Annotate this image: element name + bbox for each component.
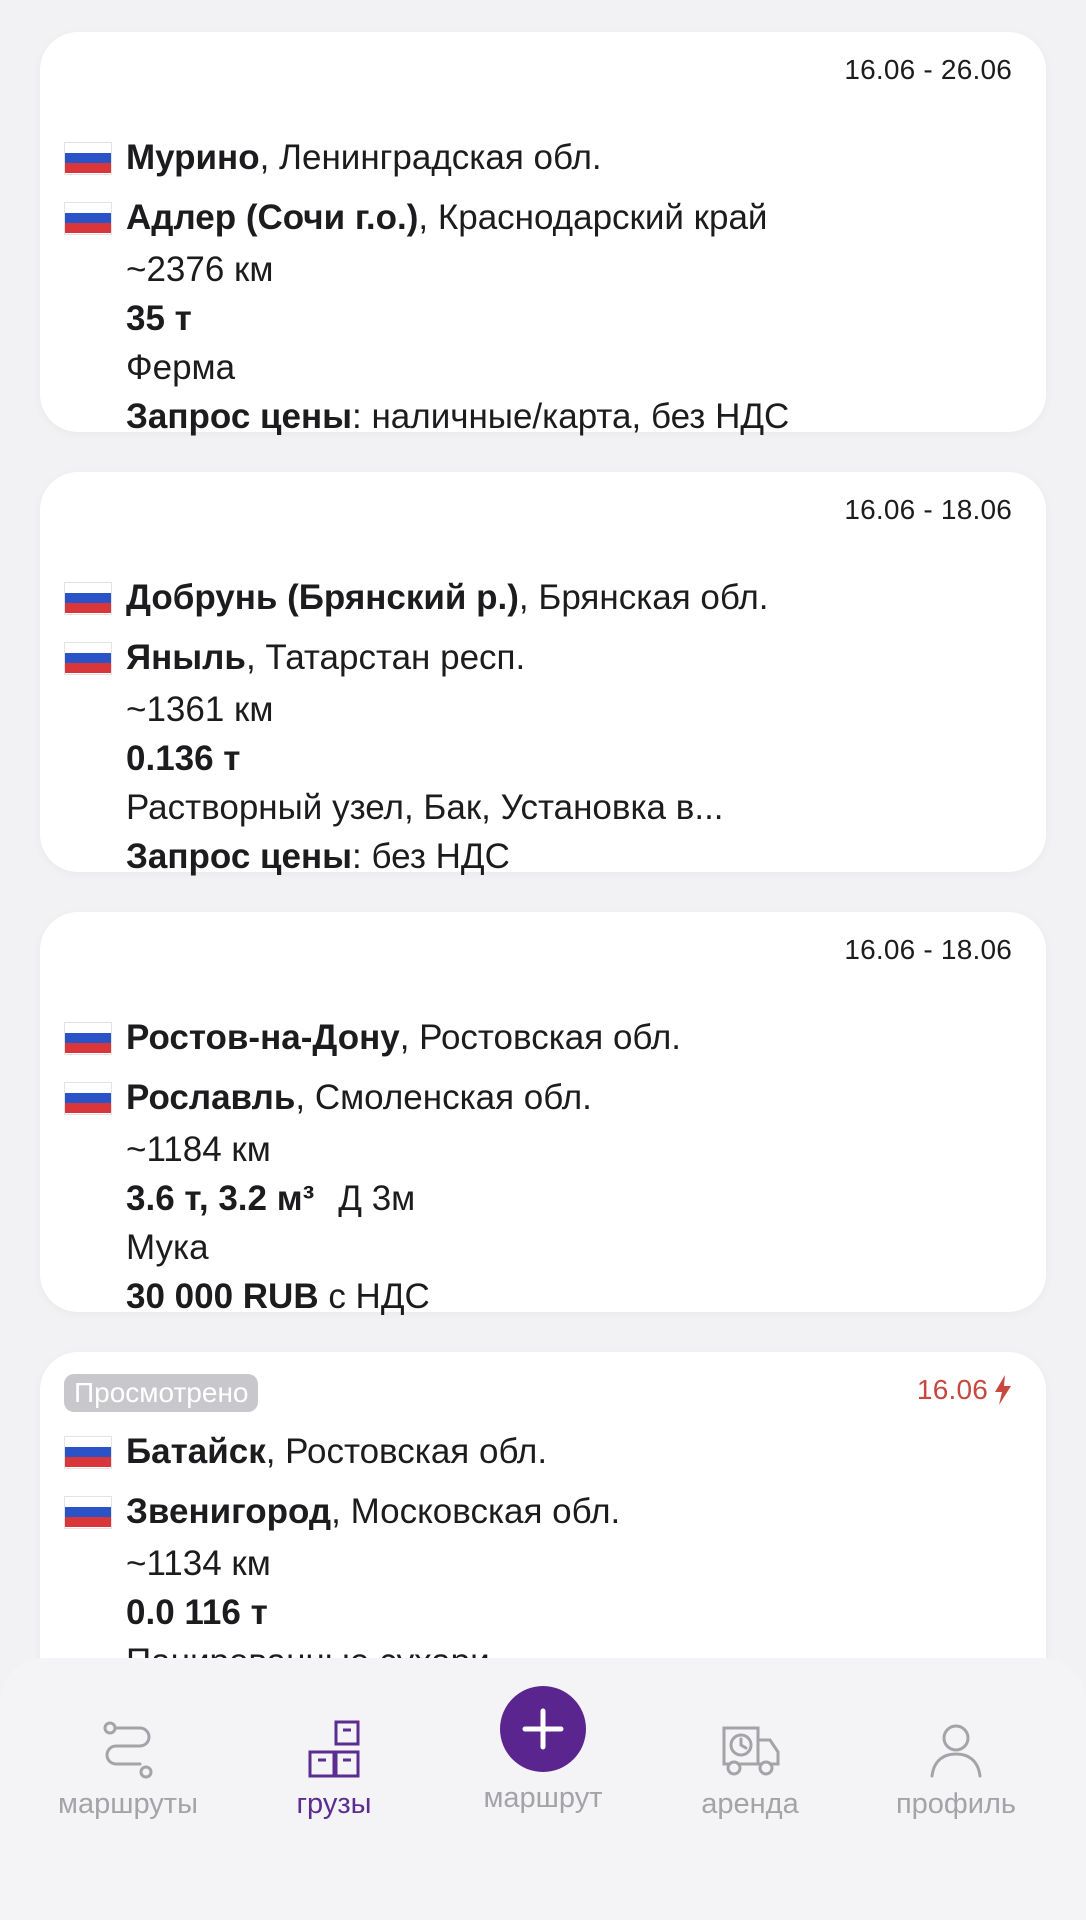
weight: 3.6 т, 3.2 м³ <box>126 1179 315 1218</box>
cargo-name: Растворный узел, Бак, Установка в... <box>126 788 724 827</box>
dimensions: Д 3м <box>338 1179 416 1218</box>
viewed-badge: Просмотрено <box>64 1374 259 1412</box>
date-range: 16.06 - 26.06 <box>844 54 1012 85</box>
origin-region: , Ростовская обл. <box>265 1432 548 1471</box>
cargo-card[interactable]: 16.06 - 18.06 Ростов-на-Дону, Ростовская… <box>40 912 1046 1316</box>
destination-row: Адлер (Сочи г.о.), Краснодарский край <box>64 196 767 240</box>
nav-cargo[interactable]: грузы <box>234 1718 434 1821</box>
origin-region: , Ленинградская обл. <box>259 138 602 177</box>
nav-profile[interactable]: профиль <box>856 1718 1056 1821</box>
destination-city: Звенигород <box>126 1492 332 1531</box>
cargo-name: Панированные сухари <box>126 1640 490 1660</box>
plus-icon <box>522 1708 564 1750</box>
destination-region: , Татарстан респ. <box>245 638 526 677</box>
cargo-card[interactable]: Просмотрено 16.06 Батайск, Ростовская об… <box>40 1352 1046 1660</box>
destination-region: , Смоленская обл. <box>295 1078 592 1117</box>
origin-row: Ростов-на-Дону, Ростовская обл. <box>64 1016 681 1060</box>
nav-rent[interactable]: аренда <box>650 1718 850 1821</box>
origin-region: , Ростовская обл. <box>399 1018 682 1057</box>
destination-city: Рославль <box>126 1078 296 1117</box>
price-label: Запрос цены <box>126 837 353 876</box>
origin-city: Добрунь (Брянский р.) <box>126 578 519 617</box>
origin-city: Батайск <box>126 1432 266 1471</box>
russia-flag-icon <box>64 581 112 615</box>
boxes-icon <box>308 1720 360 1778</box>
date-range: 16.06 - 18.06 <box>844 934 1012 965</box>
distance: ~2376 км <box>126 250 274 289</box>
weight: 0.136 т <box>126 739 241 778</box>
add-route-label[interactable]: маршрут <box>443 1782 643 1815</box>
origin-city: Ростов-на-Дону <box>126 1018 400 1057</box>
origin-region: , Брянская обл. <box>518 578 769 617</box>
cargo-card[interactable]: 16.06 - 26.06 Мурино, Ленинградская обл.… <box>40 32 1046 436</box>
lightning-icon <box>995 1375 1011 1405</box>
cargo-card[interactable]: 16.06 - 18.06 Добрунь (Брянский р.), Бря… <box>40 472 1046 876</box>
cargo-name: Ферма <box>126 348 236 387</box>
date: 16.06 <box>916 1374 988 1405</box>
russia-flag-icon <box>64 141 112 175</box>
destination-city: Яныль <box>126 638 246 677</box>
russia-flag-icon <box>64 1021 112 1055</box>
price-terms: : без НДС <box>352 837 510 876</box>
weight-row: 3.6 т, 3.2 м³ Д 3м <box>126 1177 415 1221</box>
russia-flag-icon <box>64 1435 112 1469</box>
price-label: Запрос цены <box>126 397 353 436</box>
date-range: 16.06 - 18.06 <box>844 494 1012 525</box>
weight: 35 т <box>126 299 192 338</box>
urgent-date: 16.06 <box>917 1374 1012 1406</box>
russia-flag-icon <box>64 201 112 235</box>
bottom-navigation: маршруты грузы маршрут аренда профиль <box>0 1658 1086 1920</box>
user-icon <box>930 1724 982 1778</box>
destination-row: Яныль, Татарстан респ. <box>64 636 525 680</box>
nav-profile-label: профиль <box>895 1788 1017 1820</box>
cargo-name: Мука <box>126 1228 209 1267</box>
nav-routes[interactable]: маршруты <box>28 1718 228 1821</box>
russia-flag-icon <box>64 641 112 675</box>
distance: ~1184 км <box>126 1130 271 1169</box>
destination-row: Звенигород, Московская обл. <box>64 1490 620 1534</box>
russia-flag-icon <box>64 1081 112 1115</box>
price: 30 000 RUB с НДС <box>126 1275 430 1319</box>
weight: 0.0 116 т <box>126 1593 268 1632</box>
origin-city: Мурино <box>126 138 260 177</box>
destination-region: , Московская обл. <box>331 1492 621 1531</box>
cargo-feed[interactable]: 16.06 - 26.06 Мурино, Ленинградская обл.… <box>0 0 1086 1660</box>
nav-routes-label: маршруты <box>58 1788 198 1820</box>
price-amount: 30 000 RUB <box>126 1277 319 1316</box>
origin-row: Добрунь (Брянский р.), Брянская обл. <box>64 576 769 620</box>
nav-rent-label: аренда <box>701 1788 799 1820</box>
price-terms: : наличные/карта, без НДС <box>352 397 790 436</box>
add-route-button[interactable] <box>500 1686 586 1772</box>
destination-row: Рославль, Смоленская обл. <box>64 1076 592 1120</box>
nav-cargo-label: грузы <box>296 1788 372 1820</box>
price: Запрос цены: без НДС <box>126 835 510 879</box>
destination-region: , Краснодарский край <box>418 198 768 237</box>
origin-row: Мурино, Ленинградская обл. <box>64 136 602 180</box>
price-terms: с НДС <box>318 1277 430 1316</box>
distance: ~1361 км <box>126 690 274 729</box>
price: Запрос цены: наличные/карта, без НДС <box>126 395 789 439</box>
russia-flag-icon <box>64 1495 112 1529</box>
truck-clock-icon <box>722 1726 780 1776</box>
route-icon <box>103 1721 153 1779</box>
origin-row: Батайск, Ростовская обл. <box>64 1430 547 1474</box>
destination-city: Адлер (Сочи г.о.) <box>126 198 419 237</box>
distance: ~1134 км <box>126 1544 271 1583</box>
